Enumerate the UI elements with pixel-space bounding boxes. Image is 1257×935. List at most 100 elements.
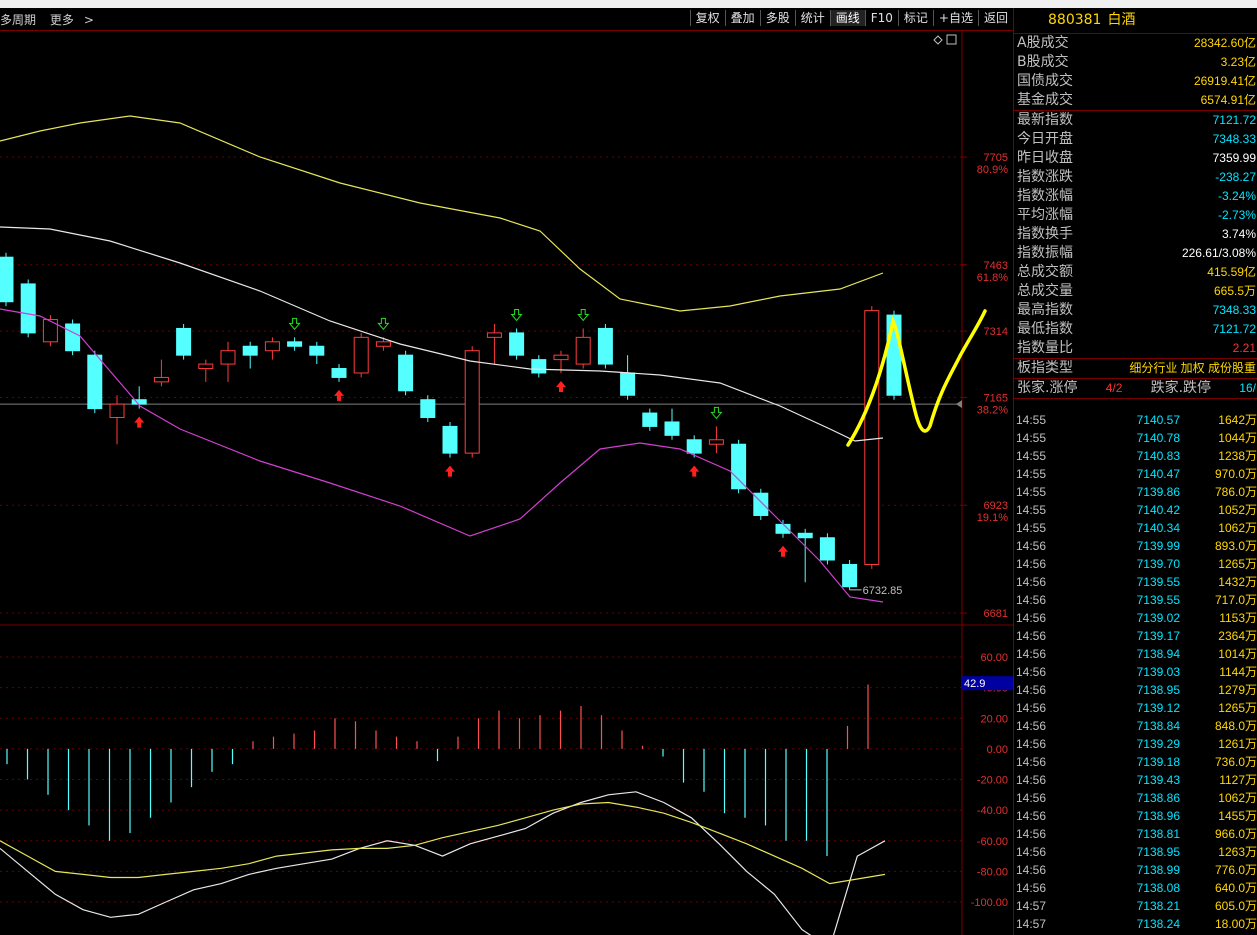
tick-row: 14:56 7139.17 2364万 xyxy=(1014,627,1257,645)
candle-body xyxy=(842,563,858,588)
candle-body xyxy=(87,354,103,410)
toolbar-button-8[interactable]: 返回 xyxy=(977,10,1013,26)
stat-row: 指数换手 3.74% xyxy=(1014,225,1257,244)
stat-row: A股成交 28342.60亿 xyxy=(1014,34,1257,53)
tick-row: 14:55 7140.42 1052万 xyxy=(1014,501,1257,519)
indicator-axis-label: 0.00 xyxy=(987,744,1008,756)
stat-row: 指数量比 2.21 xyxy=(1014,339,1257,358)
candle-body xyxy=(242,345,258,356)
candle-body xyxy=(220,350,236,365)
tick-vol: 1062万 xyxy=(1218,791,1257,805)
stat-row: 指数涨跌 -238.27 xyxy=(1014,168,1257,187)
buy-arrow-icon xyxy=(778,545,788,557)
toolbar-button-6[interactable]: 标记 xyxy=(897,10,933,26)
stat-label: 总成交量 xyxy=(1017,283,1073,299)
candle-body xyxy=(176,327,192,356)
candle-body xyxy=(464,350,480,454)
more-menu[interactable]: 更多 > xyxy=(50,13,104,27)
price-axis-label: 6923 xyxy=(984,500,1008,512)
candle-body xyxy=(287,341,303,347)
tick-list[interactable]: 14:55 7140.57 1642万 14:55 7140.78 1044万 14:55 7… xyxy=(1014,411,1257,933)
tick-time: 14:56 xyxy=(1016,575,1047,589)
tick-price: 7138.84 xyxy=(1136,719,1180,733)
stat-value: -2.73% xyxy=(1217,208,1256,222)
toolbar-button-4[interactable]: 画线 xyxy=(829,10,865,26)
tick-vol: 966.0万 xyxy=(1214,827,1257,841)
tick-price: 7139.55 xyxy=(1136,593,1180,607)
stat-label: 平均涨幅 xyxy=(1017,207,1073,223)
tick-time: 14:55 xyxy=(1016,431,1047,445)
tick-time: 14:56 xyxy=(1016,773,1047,787)
tick-time: 14:56 xyxy=(1016,737,1047,751)
toolbar-button-2[interactable]: 多股 xyxy=(759,10,795,26)
tick-row: 14:55 7140.57 1642万 xyxy=(1014,411,1257,429)
stat-value: 2.21 xyxy=(1232,341,1256,355)
candle-body xyxy=(442,425,458,454)
tick-vol: 1261万 xyxy=(1218,737,1257,751)
tick-price: 7139.18 xyxy=(1136,755,1180,769)
candle-body xyxy=(331,368,347,378)
candle-body xyxy=(153,376,169,383)
toolbar-button-5[interactable]: F10 xyxy=(864,10,898,26)
price-axis-label: 7314 xyxy=(984,326,1008,338)
index-name: 白酒 xyxy=(1107,12,1136,28)
middle-band-line xyxy=(0,226,884,442)
candle-body xyxy=(420,399,436,419)
kline-chart[interactable]: 770580.9% 746361.8% 7314 716538.2% 692319.1%… xyxy=(0,31,1013,935)
toolbar-button-7[interactable]: +自选 xyxy=(932,10,978,26)
tick-vol: 717.0万 xyxy=(1214,593,1257,607)
tick-price: 7139.17 xyxy=(1136,629,1180,643)
stat-value: 226.61/3.08% xyxy=(1181,246,1256,260)
candle-body xyxy=(531,359,547,374)
tick-time: 14:56 xyxy=(1016,719,1047,733)
tick-price: 7139.86 xyxy=(1136,485,1180,499)
stat-label: 指数振幅 xyxy=(1017,245,1073,261)
stat-label: 总成交额 xyxy=(1017,264,1073,280)
toolbar-button-1[interactable]: 叠加 xyxy=(724,10,760,26)
buy-arrow-icon xyxy=(334,389,344,401)
stat-row: 最高指数 7348.33 xyxy=(1014,301,1257,320)
buy-arrow-icon xyxy=(134,416,145,428)
tick-vol: 1052万 xyxy=(1218,503,1257,517)
tick-row: 14:55 7140.47 970.0万 xyxy=(1014,465,1257,483)
tick-price: 7139.43 xyxy=(1136,773,1180,787)
tick-time: 14:56 xyxy=(1016,827,1047,841)
tick-price: 7138.95 xyxy=(1136,683,1180,697)
fib-label: 80.9% xyxy=(977,164,1008,176)
tick-time: 14:55 xyxy=(1016,521,1047,535)
indicator-axis-label: -60.00 xyxy=(977,836,1008,848)
indicator-axis-label: 20.00 xyxy=(980,713,1008,725)
tick-time: 14:55 xyxy=(1016,449,1047,463)
tick-price: 7138.94 xyxy=(1136,647,1180,661)
upper-band-line xyxy=(0,115,884,312)
tick-time: 14:56 xyxy=(1016,647,1047,661)
index-type-row: 板指类型 细分行业 加权 成份股重 xyxy=(1017,360,1256,376)
stat-value: -3.24% xyxy=(1217,189,1256,203)
candle-body xyxy=(353,336,369,374)
stat-label: 昨日收盘 xyxy=(1017,150,1073,166)
toolbar-button-0[interactable]: 复权 xyxy=(689,10,725,26)
candle-body xyxy=(509,332,525,356)
tick-price: 7138.21 xyxy=(1136,899,1180,913)
toolbar-button-3[interactable]: 统计 xyxy=(794,10,830,26)
stat-row: 最新指数 7121.72 xyxy=(1014,111,1257,130)
tick-row: 14:56 7139.55 1432万 xyxy=(1014,573,1257,591)
candle-body xyxy=(42,319,58,343)
indicator-axis-label: -40.00 xyxy=(977,805,1008,817)
fib-label: 19.1% xyxy=(977,512,1008,524)
stat-label: 国债成交 xyxy=(1017,73,1073,89)
tick-time: 14:56 xyxy=(1016,629,1047,643)
stat-value: 7121.72 xyxy=(1212,322,1256,336)
chevron-right-icon: > xyxy=(83,13,94,27)
stat-row: 国债成交 26919.41亿 xyxy=(1014,72,1257,91)
stat-row: 昨日收盘 7359.99 xyxy=(1014,149,1257,168)
stat-label: 基金成交 xyxy=(1017,92,1073,108)
stat-row: 总成交量 665.5万 xyxy=(1014,282,1257,301)
stat-label: A股成交 xyxy=(1017,35,1069,51)
candle-body xyxy=(664,421,680,436)
stat-row: B股成交 3.23亿 xyxy=(1014,53,1257,72)
tick-price: 7140.83 xyxy=(1136,449,1180,463)
tick-row: 14:55 7140.78 1044万 xyxy=(1014,429,1257,447)
multi-period-menu[interactable]: 多周期 xyxy=(0,13,36,27)
tick-row: 14:56 7139.29 1261万 xyxy=(1014,735,1257,753)
